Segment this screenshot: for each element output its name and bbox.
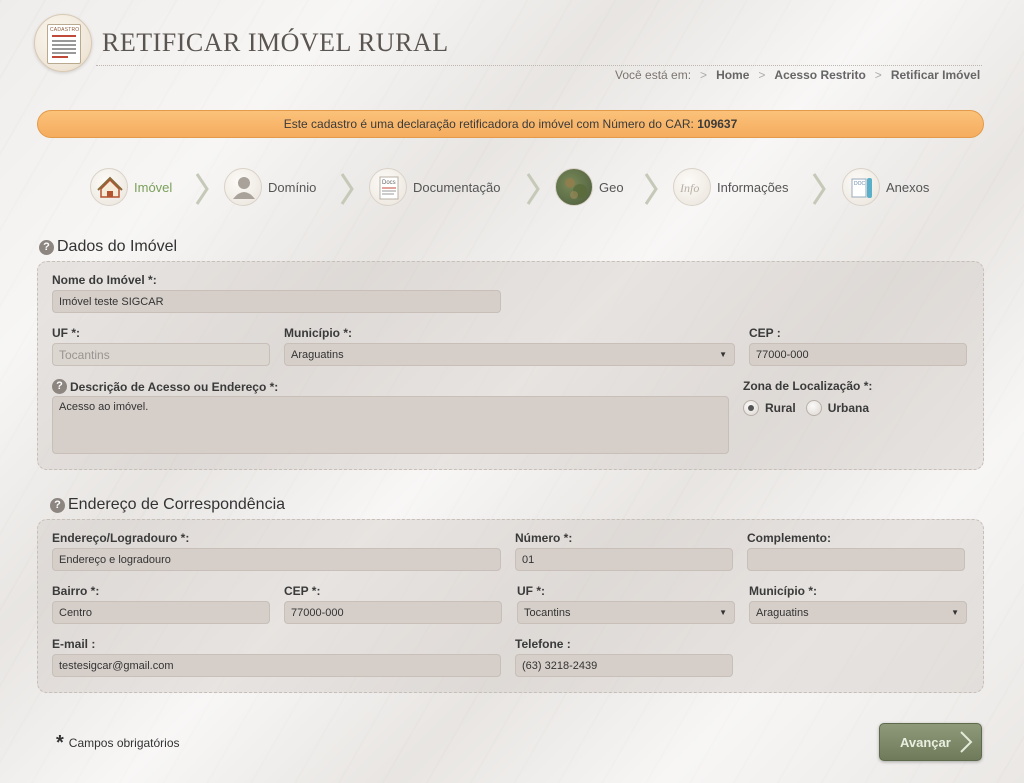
- cep-corresp-input[interactable]: 77000-000: [284, 601, 502, 624]
- step-label: Anexos: [886, 179, 930, 195]
- chevron-right-icon: >: [700, 68, 708, 82]
- breadcrumb: Você está em: > Home > Acesso Restrito > Retif…: [615, 68, 980, 82]
- nome-imovel-input[interactable]: Imóvel teste SIGCAR: [52, 290, 501, 313]
- help-icon[interactable]: ?: [52, 379, 67, 394]
- cep-label: CEP :: [749, 326, 781, 340]
- help-icon[interactable]: ?: [39, 239, 54, 255]
- step-documentacao[interactable]: Docs Documentação: [369, 166, 500, 208]
- required-note-text: Campos obrigatórios: [68, 736, 180, 750]
- municipio-label: Município *:: [284, 326, 352, 340]
- next-button[interactable]: Avançar: [879, 723, 982, 761]
- chevron-right-icon: [195, 173, 209, 205]
- chevron-right-icon: [340, 173, 354, 205]
- uf-input-disabled: Tocantins: [52, 343, 270, 366]
- asterisk-icon: *: [56, 732, 64, 754]
- cep-input[interactable]: 77000-000: [749, 343, 967, 366]
- breadcrumb-current[interactable]: Retificar Imóvel: [891, 68, 980, 82]
- title-divider: [96, 65, 982, 66]
- numero-input[interactable]: 01: [515, 548, 733, 571]
- zona-radio-group: Rural Urbana: [743, 400, 869, 416]
- descricao-label-row: ? Descrição de Acesso ou Endereço *:: [52, 379, 278, 394]
- zona-label: Zona de Localização *:: [743, 379, 873, 393]
- email-label: E-mail :: [52, 637, 96, 651]
- required-fields-note: * Campos obrigatórios: [56, 732, 180, 754]
- svg-text:Docs: Docs: [382, 180, 396, 186]
- complemento-label: Complemento:: [747, 531, 831, 545]
- numero-label: Número *:: [515, 531, 573, 545]
- chevron-right-icon: [526, 173, 540, 205]
- map-icon: [555, 168, 593, 206]
- house-icon: [90, 168, 128, 206]
- logradouro-input[interactable]: Endereço e logradouro: [52, 548, 501, 571]
- uf-corresp-label: UF *:: [517, 584, 545, 598]
- telefone-input[interactable]: (63) 3218-2439: [515, 654, 733, 677]
- breadcrumb-home[interactable]: Home: [716, 68, 749, 82]
- chevron-right-icon: >: [758, 68, 766, 82]
- step-dominio[interactable]: Domínio: [224, 166, 316, 208]
- notice-text: Este cadastro é uma declaração retificad…: [283, 117, 694, 131]
- section-title: Dados do Imóvel: [57, 238, 178, 255]
- step-geo[interactable]: Geo: [555, 166, 624, 208]
- chevron-right-icon: >: [874, 68, 882, 82]
- step-label: Geo: [599, 179, 624, 195]
- section-title: Endereço de Correspondência: [68, 496, 286, 513]
- complemento-input[interactable]: [747, 548, 965, 571]
- zona-urbana-radio[interactable]: [805, 400, 822, 416]
- section-endereco-header: ? Endereço de Correspondência: [50, 496, 285, 514]
- cep-corresp-label: CEP *:: [284, 584, 321, 598]
- municipio-select[interactable]: Araguatins: [284, 343, 735, 366]
- chevron-right-icon: [812, 173, 826, 205]
- help-icon[interactable]: ?: [50, 497, 65, 513]
- step-informacoes[interactable]: Info Informações: [673, 166, 789, 208]
- step-label: Domínio: [268, 179, 317, 195]
- step-label: Informações: [717, 179, 789, 195]
- step-imovel[interactable]: Imóvel: [90, 166, 172, 208]
- step-anexos[interactable]: DOC Anexos: [842, 166, 929, 208]
- document-icon: CADASTRO: [47, 24, 81, 64]
- email-input[interactable]: testesigcar@gmail.com: [52, 654, 501, 677]
- chevron-right-icon: [960, 731, 973, 753]
- page-title: RETIFICAR IMÓVEL RURAL: [102, 28, 449, 57]
- descricao-textarea[interactable]: Acesso ao imóvel.: [52, 396, 729, 454]
- docs-icon: Docs: [369, 168, 407, 206]
- zona-rural-label[interactable]: Rural: [765, 401, 796, 415]
- municipio-corresp-select[interactable]: Araguatins: [749, 601, 967, 624]
- step-label: Imóvel: [134, 179, 173, 195]
- svg-text:Info: Info: [679, 181, 699, 195]
- bairro-input[interactable]: Centro: [52, 601, 270, 624]
- attachment-icon: DOC: [842, 168, 880, 206]
- zona-urbana-label[interactable]: Urbana: [828, 401, 869, 415]
- breadcrumb-acesso-restrito[interactable]: Acesso Restrito: [774, 68, 865, 82]
- breadcrumb-prefix: Você está em:: [615, 68, 692, 82]
- person-icon: [224, 168, 262, 206]
- next-button-label: Avançar: [900, 734, 951, 750]
- step-label: Documentação: [413, 179, 501, 195]
- bairro-label: Bairro *:: [52, 584, 100, 598]
- svg-text:DOC: DOC: [854, 181, 866, 187]
- car-number: 109637: [697, 117, 738, 131]
- uf-label: UF *:: [52, 326, 80, 340]
- descricao-label: Descrição de Acesso ou Endereço *:: [70, 379, 279, 394]
- uf-corresp-select[interactable]: Tocantins: [517, 601, 735, 624]
- logradouro-label: Endereço/Logradouro *:: [52, 531, 190, 545]
- telefone-label: Telefone :: [515, 637, 571, 651]
- retification-notice: Este cadastro é uma declaração retificad…: [37, 110, 984, 138]
- cadastro-logo: CADASTRO: [34, 14, 92, 72]
- chevron-right-icon: [644, 173, 658, 205]
- zona-rural-radio[interactable]: [743, 400, 759, 416]
- info-icon: Info: [673, 168, 711, 206]
- section-dados-imovel-header: ? Dados do Imóvel: [39, 238, 177, 256]
- nome-imovel-label: Nome do Imóvel *:: [52, 273, 157, 287]
- municipio-corresp-label: Município *:: [749, 584, 817, 598]
